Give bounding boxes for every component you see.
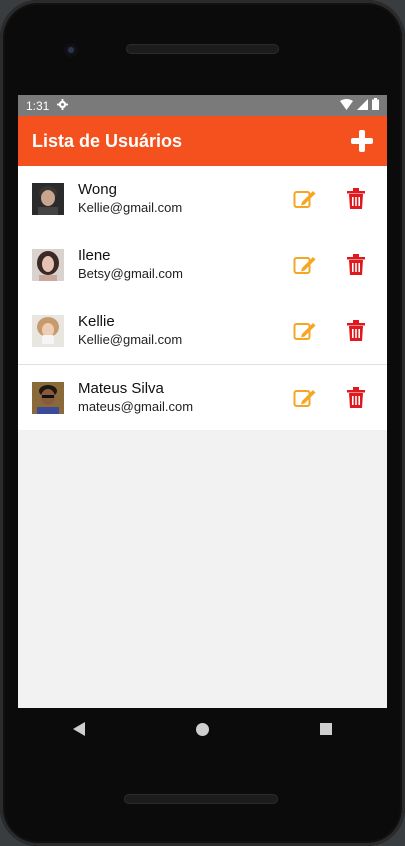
recents-icon[interactable] [319,723,332,735]
bottom-speaker [124,794,278,804]
top-speaker [126,44,279,54]
settings-icon [57,98,69,113]
user-name: Kellie [78,313,115,330]
phone-frame: 1:31 Lista de Usuários Wong Kellie@gmail… [0,0,405,846]
edit-icon[interactable] [291,384,319,412]
user-email: Kellie@gmail.com [78,200,183,215]
battery-icon [372,98,379,113]
edit-icon[interactable] [291,317,319,345]
back-icon[interactable] [73,722,86,736]
user-info: Kellie Kellie@gmail.com [78,313,182,349]
row-actions [291,384,373,412]
screen: 1:31 Lista de Usuários Wong Kellie@gmail… [18,95,387,708]
user-info: Mateus Silva mateus@gmail.com [78,380,193,416]
page-title: Lista de Usuários [32,130,183,151]
home-icon[interactable] [195,722,209,736]
trash-icon[interactable] [343,251,369,279]
user-name: Ilene [78,247,111,264]
user-list: Wong Kellie@gmail.com Ilene Betsy@gmail.… [18,166,387,430]
row-actions [291,251,373,279]
list-item[interactable]: Mateus Silva mateus@gmail.com [18,364,387,430]
list-item[interactable]: Ilene Betsy@gmail.com [18,232,387,298]
trash-icon[interactable] [343,384,369,412]
plus-icon[interactable] [351,130,373,152]
app-bar: Lista de Usuários [18,116,387,166]
user-info: Ilene Betsy@gmail.com [78,247,183,283]
user-info: Wong Kellie@gmail.com [78,181,182,217]
system-nav-bar [18,708,387,750]
user-name: Mateus Silva [78,379,164,397]
front-camera [64,43,78,57]
status-right [340,98,379,113]
list-item[interactable]: Kellie Kellie@gmail.com [18,298,387,364]
user-email: Kellie@gmail.com [78,332,183,347]
user-name: Wong [78,181,117,198]
user-email: Betsy@gmail.com [78,266,183,281]
avatar [32,315,64,347]
status-bar: 1:31 [18,95,387,116]
wifi-icon [340,98,353,113]
avatar [32,381,64,414]
user-email: mateus@gmail.com [78,398,194,414]
status-time: 1:31 [26,98,50,113]
edit-icon[interactable] [291,185,319,213]
list-item[interactable]: Wong Kellie@gmail.com [18,166,387,232]
avatar [32,249,64,281]
avatar [32,183,64,215]
trash-icon[interactable] [343,317,369,345]
row-actions [291,317,373,345]
trash-icon[interactable] [343,185,369,213]
row-actions [291,185,373,213]
edit-icon[interactable] [291,251,319,279]
signal-icon [357,98,368,113]
